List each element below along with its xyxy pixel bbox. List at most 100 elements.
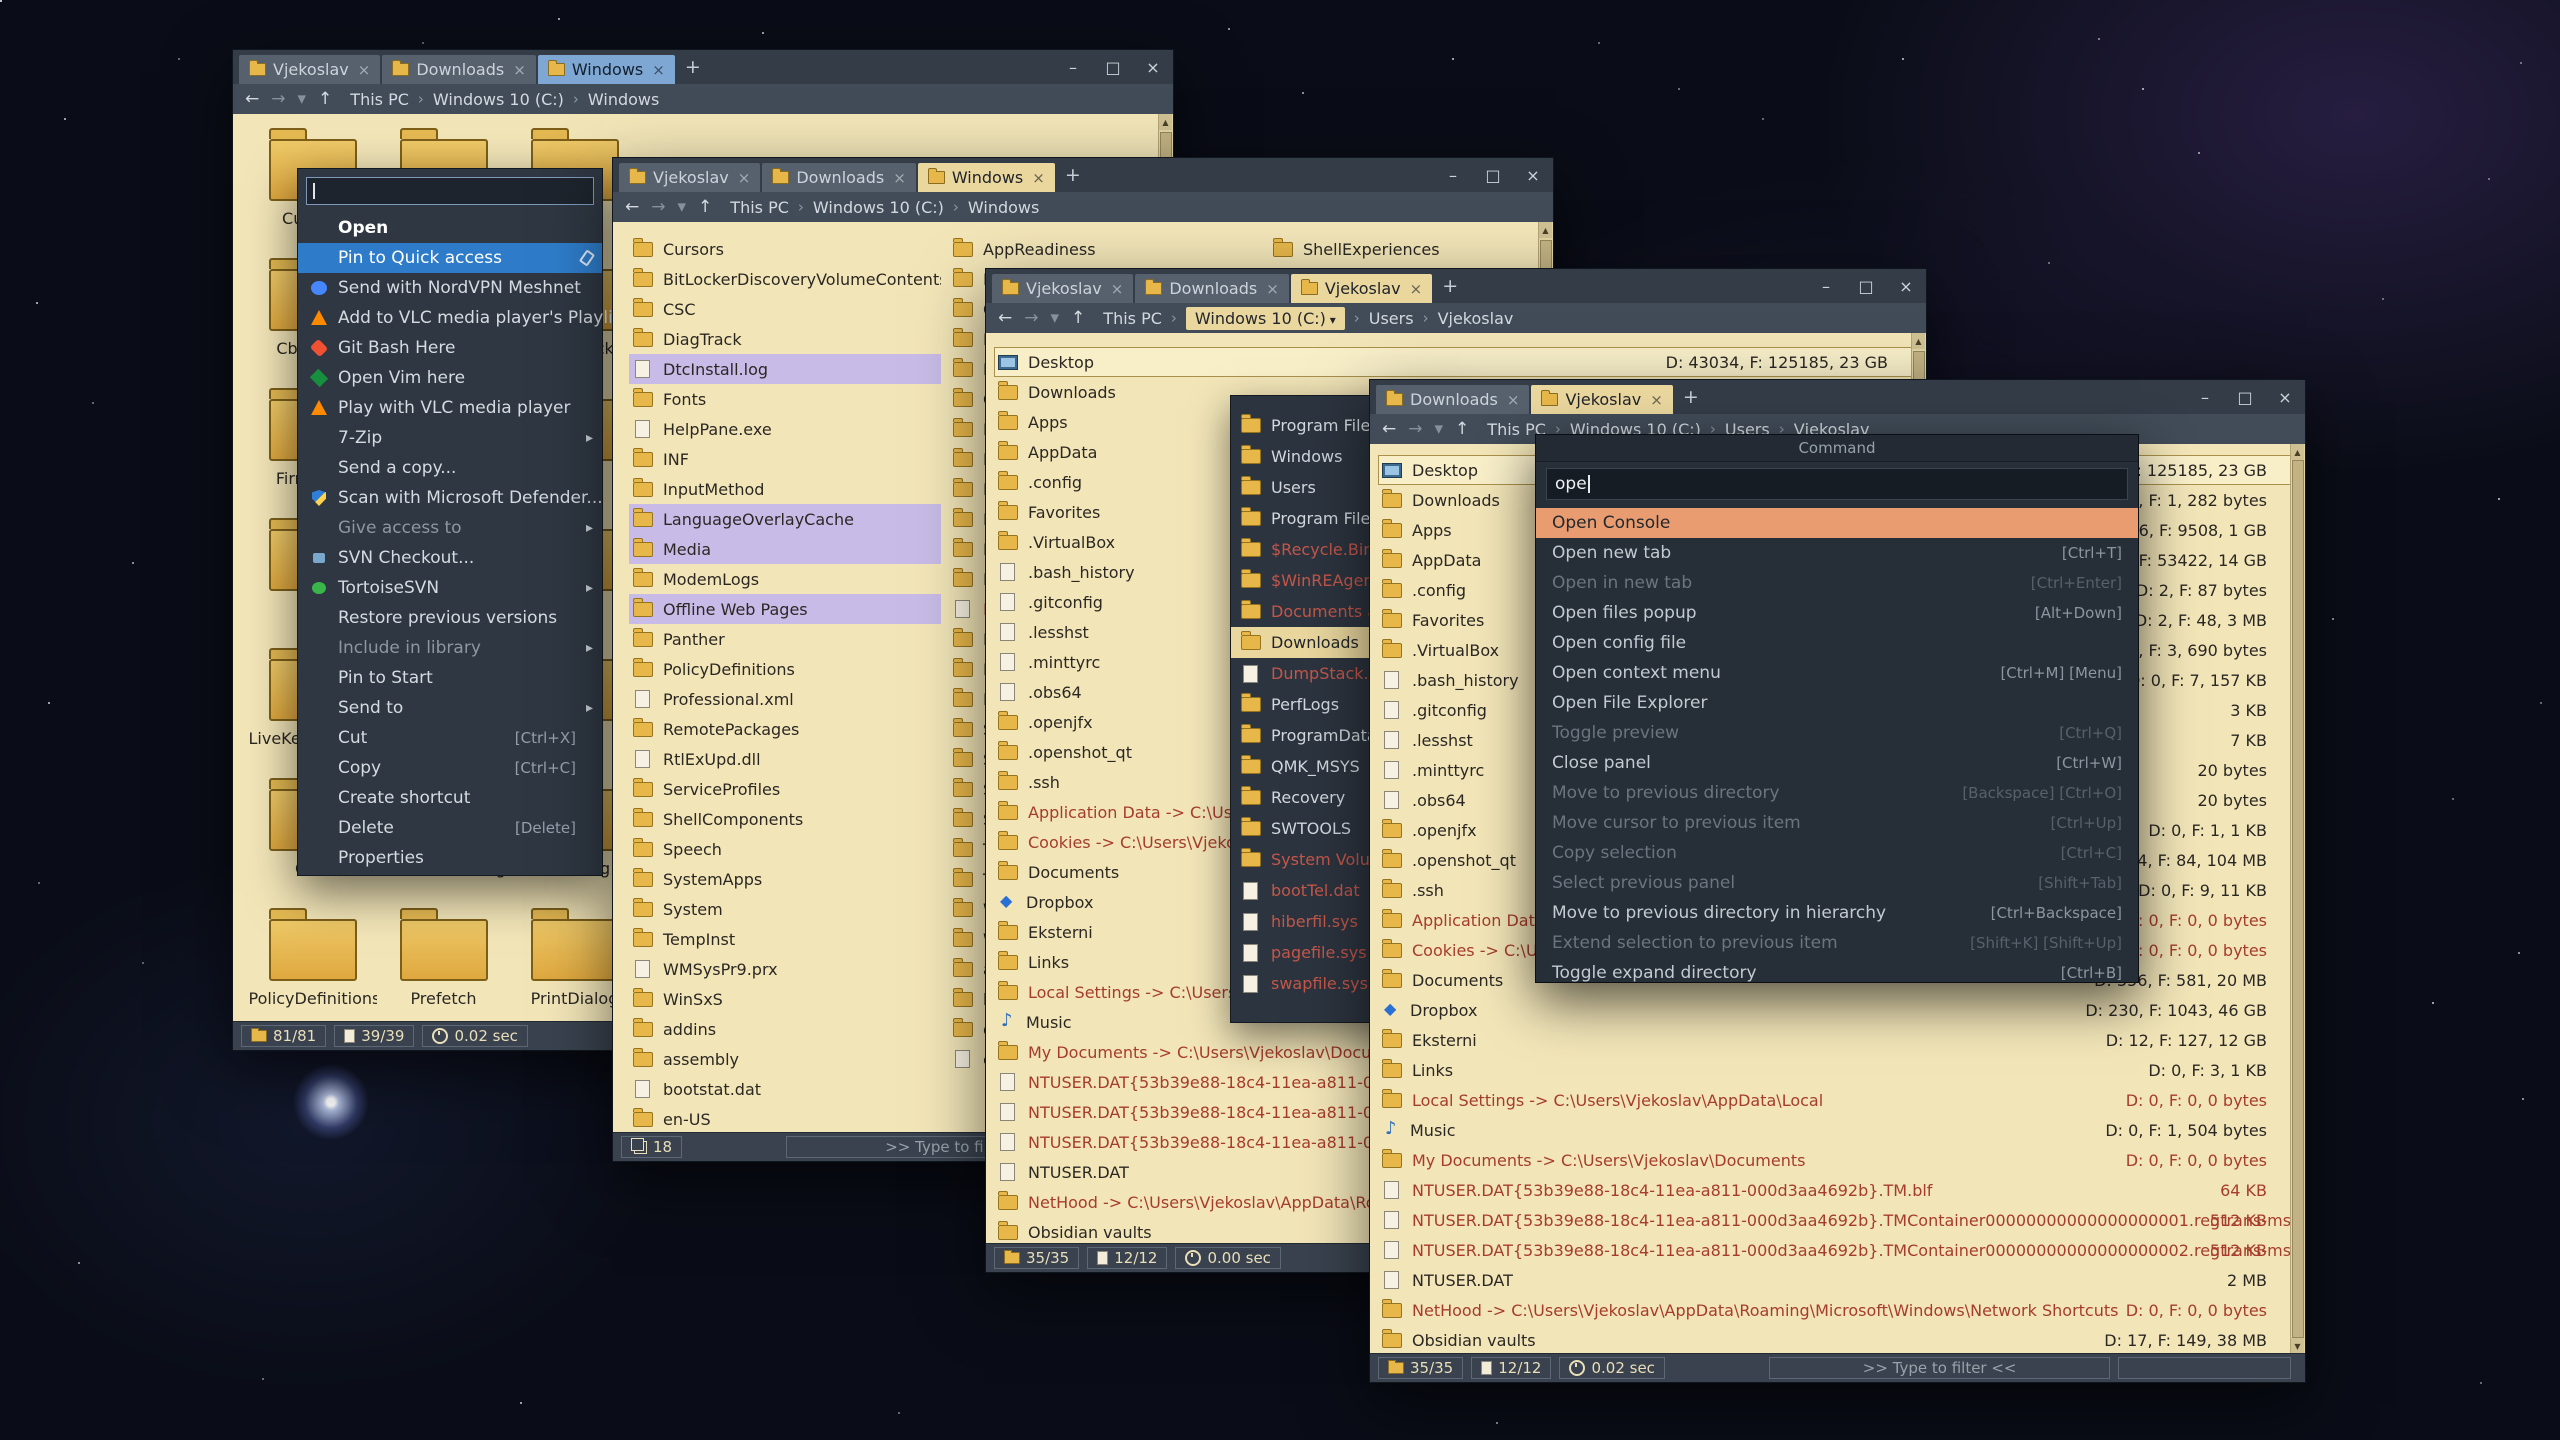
minimize-button[interactable]: – (1053, 50, 1093, 84)
forward-icon[interactable]: → (271, 91, 285, 108)
filter-input[interactable]: >> Type to filter << (1769, 1357, 2110, 1379)
up-icon[interactable]: ↑ (318, 91, 332, 108)
file-item[interactable]: LanguageOverlayCache (629, 504, 941, 534)
rename-input[interactable] (306, 177, 594, 205)
history-dropdown-icon[interactable]: ▾ (298, 91, 307, 108)
tab-close-icon[interactable]: × (1032, 169, 1045, 187)
file-item[interactable]: ShellExperiences (1269, 234, 1553, 264)
file-item[interactable]: BitLockerDiscoveryVolumeContents (629, 264, 941, 294)
menu-item[interactable]: SVN Checkout... (298, 543, 602, 573)
menu-item[interactable]: Send with NordVPN Meshnet (298, 273, 602, 303)
new-tab-button[interactable]: + (1438, 273, 1462, 299)
breadcrumb-item[interactable]: › This PC (1103, 309, 1162, 328)
new-tab-button[interactable]: + (1679, 384, 1703, 410)
titlebar[interactable]: Vjekoslav × Downloads × Windows × + – □ (613, 158, 1553, 192)
history-dropdown-icon[interactable]: ▾ (1051, 310, 1060, 327)
file-row[interactable]: NTUSER.DAT 2 MB (1378, 1265, 2297, 1295)
command-item[interactable]: Open File Explorer (1536, 688, 2138, 718)
file-item[interactable]: Fonts (629, 384, 941, 414)
file-item[interactable]: System (629, 894, 941, 924)
menu-item[interactable]: Add to VLC media player's Playlist (298, 303, 602, 333)
back-icon[interactable]: ← (625, 199, 639, 216)
back-icon[interactable]: ← (1382, 421, 1396, 438)
file-item[interactable]: ModemLogs (629, 564, 941, 594)
file-item[interactable]: INF (629, 444, 941, 474)
file-item[interactable]: ShellComponents (629, 804, 941, 834)
command-item[interactable]: Copy selection [Ctrl+C] (1536, 838, 2138, 868)
breadcrumb-item[interactable]: › Users (1354, 309, 1414, 328)
tab-close-icon[interactable]: × (1650, 391, 1663, 409)
file-item[interactable]: DtcInstall.log (629, 354, 941, 384)
file-row[interactable]: NetHood -> C:\Users\Vjekoslav\AppData\Ro… (1378, 1295, 2297, 1325)
menu-item[interactable]: Cut [Ctrl+X] (298, 723, 602, 753)
command-item[interactable]: Open context menu [Ctrl+M] [Menu] (1536, 658, 2138, 688)
file-item[interactable]: InputMethod (629, 474, 941, 504)
file-item[interactable]: Panther (629, 624, 941, 654)
maximize-button[interactable]: □ (1093, 50, 1133, 84)
scrollbar[interactable]: ▲ ▼ (2290, 444, 2305, 1354)
file-item[interactable]: Professional.xml (629, 684, 941, 714)
close-button[interactable]: × (1133, 50, 1173, 84)
tab[interactable]: Vjekoslav × (992, 274, 1133, 303)
file-item[interactable]: en-US (629, 1104, 941, 1133)
command-item[interactable]: Open files popup [Alt+Down] (1536, 598, 2138, 628)
file-row[interactable]: Obsidian vaults D: 17, F: 149, 38 MB (1378, 1325, 2297, 1354)
breadcrumb-item[interactable]: › Vjekoslav (1423, 309, 1514, 328)
back-icon[interactable]: ← (245, 91, 259, 108)
file-grid-item[interactable]: Prefetch (378, 903, 509, 1022)
titlebar[interactable]: Downloads × Vjekoslav × + – □ × (1370, 380, 2305, 414)
tab[interactable]: Downloads × (762, 163, 915, 192)
menu-item[interactable]: Restore previous versions (298, 603, 602, 633)
file-item[interactable]: TempInst (629, 924, 941, 954)
menu-item[interactable]: Give access to (298, 513, 602, 543)
file-item[interactable]: WMSysPr9.prx (629, 954, 941, 984)
tab-close-icon[interactable]: × (738, 169, 751, 187)
file-item[interactable]: AppReadiness (949, 234, 1261, 264)
up-icon[interactable]: ↑ (1455, 421, 1469, 438)
command-item[interactable]: Toggle preview [Ctrl+Q] (1536, 718, 2138, 748)
command-item[interactable]: Extend selection to previous item [Shift… (1536, 928, 2138, 958)
back-icon[interactable]: ← (998, 310, 1012, 327)
file-item[interactable]: SystemApps (629, 864, 941, 894)
file-item[interactable]: PolicyDefinitions (629, 654, 941, 684)
breadcrumb-item[interactable]: › Windows 10 (C:) (418, 90, 564, 109)
menu-item[interactable]: Properties (298, 843, 602, 873)
tab[interactable]: Windows × (918, 163, 1055, 192)
menu-item[interactable]: Send to (298, 693, 602, 723)
close-button[interactable]: × (2265, 380, 2305, 414)
history-dropdown-icon[interactable]: ▾ (1435, 421, 1444, 438)
tab-close-icon[interactable]: × (652, 61, 665, 79)
breadcrumb-item[interactable]: › Windows (573, 90, 659, 109)
tab-close-icon[interactable]: × (1111, 280, 1124, 298)
scroll-thumb[interactable] (2292, 460, 2304, 1338)
command-item[interactable]: Close panel [Ctrl+W] (1536, 748, 2138, 778)
command-item[interactable]: Open config file (1536, 628, 2138, 658)
file-item[interactable]: addins (629, 1014, 941, 1044)
file-row[interactable]: Desktop D: 43034, F: 125185, 23 GB (994, 347, 1918, 377)
file-row[interactable]: NTUSER.DAT{53b39e88-18c4-11ea-a811-000d3… (1378, 1235, 2297, 1265)
close-button[interactable]: × (1513, 158, 1553, 192)
file-row[interactable]: NTUSER.DAT{53b39e88-18c4-11ea-a811-000d3… (1378, 1205, 2297, 1235)
file-item[interactable]: ServiceProfiles (629, 774, 941, 804)
forward-icon[interactable]: → (1408, 421, 1422, 438)
tab-close-icon[interactable]: × (1266, 280, 1279, 298)
file-item[interactable]: CSC (629, 294, 941, 324)
new-tab-button[interactable]: + (681, 54, 705, 80)
tab-close-icon[interactable]: × (513, 61, 526, 79)
file-item[interactable]: assembly (629, 1044, 941, 1074)
up-icon[interactable]: ↑ (1071, 310, 1085, 327)
scroll-up-icon[interactable]: ▲ (1539, 222, 1552, 238)
menu-item[interactable]: Play with VLC media player (298, 393, 602, 423)
file-item[interactable]: WinSxS (629, 984, 941, 1014)
scroll-up-icon[interactable]: ▲ (1912, 333, 1925, 349)
file-item[interactable]: RtlExUpd.dll (629, 744, 941, 774)
breadcrumb-item[interactable]: › This PC (730, 198, 789, 217)
up-icon[interactable]: ↑ (698, 199, 712, 216)
command-item[interactable]: Move to previous directory in hierarchy … (1536, 898, 2138, 928)
scroll-down-icon[interactable]: ▼ (2291, 1338, 2304, 1354)
file-row[interactable]: My Documents -> C:\Users\Vjekoslav\Docum… (1378, 1145, 2297, 1175)
titlebar[interactable]: Vjekoslav × Downloads × Vjekoslav × + – … (986, 269, 1926, 303)
forward-icon[interactable]: → (651, 199, 665, 216)
menu-item[interactable]: Open (298, 213, 602, 243)
tab[interactable]: Downloads × (382, 55, 535, 84)
